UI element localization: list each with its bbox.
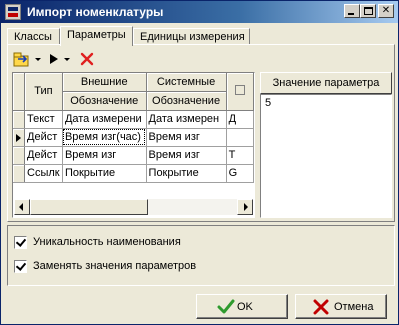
cell-system[interactable]: Покрытие	[146, 164, 227, 183]
column-subheader-system[interactable]: Обозначение	[146, 91, 227, 111]
maximize-icon	[364, 7, 373, 15]
table-row[interactable]: Дейст Время изг(час) Время изг	[13, 128, 254, 147]
cell-extra[interactable]	[226, 128, 254, 147]
replace-values-label[interactable]: Заменять значения параметров	[33, 260, 196, 272]
column-subheader-external[interactable]: Обозначение	[62, 91, 147, 111]
cell-external[interactable]: Время изг(час)	[62, 128, 147, 147]
row-indicator[interactable]	[13, 164, 25, 183]
horizontal-scrollbar[interactable]	[14, 199, 253, 215]
close-icon: ✕	[381, 5, 391, 16]
row-indicator[interactable]	[13, 110, 25, 129]
minimize-icon	[348, 13, 354, 15]
row-indicator[interactable]	[13, 146, 25, 165]
play-icon	[50, 54, 58, 64]
app-icon	[5, 4, 21, 20]
cell-external[interactable]: Покрытие	[62, 164, 147, 183]
minimize-button[interactable]	[344, 4, 360, 18]
column-header-system[interactable]: Системные	[146, 73, 227, 92]
cell-type[interactable]: Дейст	[24, 146, 63, 165]
import-dialog: Импорт номенклатуры ✕ Классы Параметры Е…	[0, 0, 399, 325]
delete-icon	[80, 52, 94, 66]
cancel-button-label: Отмена	[334, 301, 374, 313]
parameters-grid[interactable]: Тип Внешние Системные Обозначение Обозна…	[12, 72, 255, 218]
cancel-button[interactable]: Отмена	[295, 294, 387, 319]
window-title: Импорт номенклатуры	[27, 5, 164, 19]
scroll-thumb[interactable]	[30, 199, 148, 215]
cell-extra[interactable]: Т	[226, 146, 254, 165]
title-bar[interactable]: Импорт номенклатуры ✕	[1, 1, 398, 23]
cell-type[interactable]: Текст	[24, 110, 63, 129]
table-row[interactable]: Дейст Время изг Время изг Т	[13, 146, 254, 165]
cell-extra[interactable]: Д	[226, 110, 254, 129]
column-header-type[interactable]: Тип	[24, 73, 63, 111]
cell-system[interactable]: Время изг	[146, 146, 227, 165]
cell-system[interactable]: Время изг	[146, 128, 227, 147]
ok-button[interactable]: OK	[196, 294, 288, 319]
replace-values-checkbox[interactable]	[14, 260, 27, 273]
unique-names-label[interactable]: Уникальность наименования	[33, 236, 181, 248]
param-value-header[interactable]: Значение параметра	[260, 72, 392, 94]
cell-external[interactable]: Дата измерени	[62, 110, 147, 129]
tab-parameters[interactable]: Параметры	[60, 26, 133, 46]
row-indicator[interactable]	[13, 128, 25, 147]
current-row-icon	[16, 133, 21, 142]
cell-type[interactable]: Ссылк	[24, 164, 63, 183]
param-value-field[interactable]: 5	[260, 94, 392, 218]
cross-icon	[313, 299, 329, 315]
tab-units[interactable]: Единицы измерения	[133, 28, 250, 45]
row-indicator-header	[13, 73, 25, 111]
table-row[interactable]: Ссылк Покрытие Покрытие G	[13, 164, 254, 183]
cell-system[interactable]: Дата измерен	[146, 110, 227, 129]
close-button[interactable]: ✕	[378, 4, 394, 18]
delete-button[interactable]	[78, 50, 98, 70]
scroll-right-button[interactable]	[237, 199, 253, 215]
checkmark-icon	[217, 299, 235, 314]
cell-external[interactable]: Время изг	[62, 146, 147, 165]
column-header-extra[interactable]	[226, 73, 254, 111]
table-row[interactable]: Текст Дата измерени Дата измерен Д	[13, 110, 254, 129]
scroll-left-button[interactable]	[14, 199, 30, 215]
run-dropdown-button[interactable]	[46, 50, 76, 70]
tab-classes[interactable]: Классы	[7, 28, 60, 45]
options-group: Уникальность наименования Заменять значе…	[7, 225, 395, 286]
parameters-panel: Тип Внешние Системные Обозначение Обозна…	[7, 44, 395, 222]
cell-extra[interactable]: G	[226, 164, 254, 183]
cell-type[interactable]: Дейст	[24, 128, 63, 147]
maximize-button[interactable]	[360, 4, 376, 18]
column-header-external[interactable]: Внешние	[62, 73, 147, 92]
add-dropdown-button[interactable]	[12, 50, 42, 70]
unique-names-checkbox[interactable]	[14, 236, 27, 249]
add-dropdown-icon	[13, 52, 29, 67]
ok-button-label: OK	[237, 301, 253, 313]
